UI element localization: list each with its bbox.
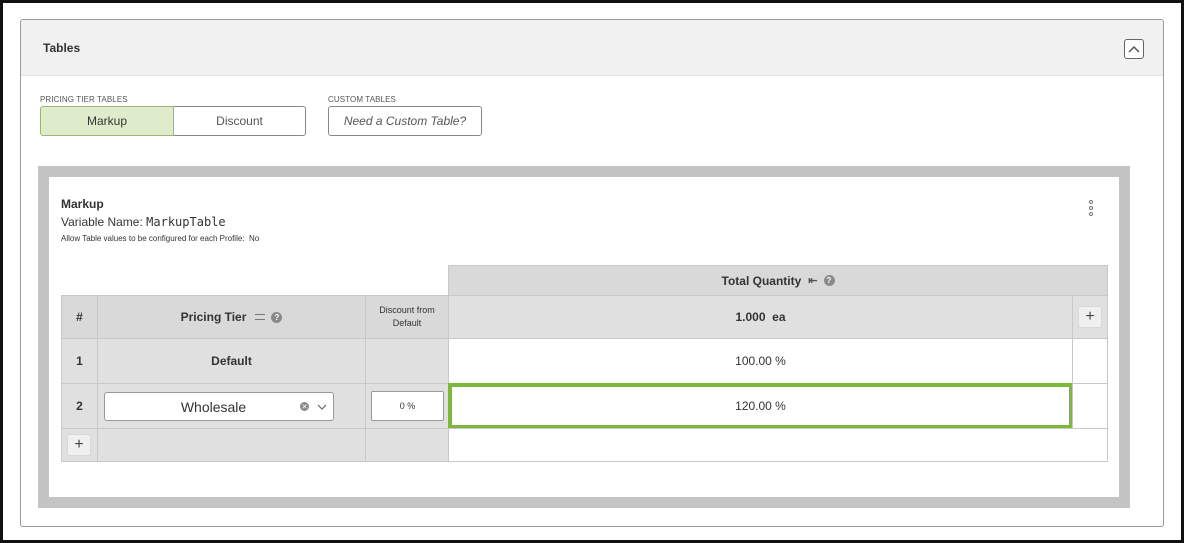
variable-name-line: Variable Name: MarkupTable <box>61 215 226 229</box>
panel-title: Tables <box>43 41 81 55</box>
collapse-column-icon[interactable]: ⇤ <box>808 274 817 287</box>
sort-icon[interactable] <box>255 314 266 320</box>
table-title: Markup <box>61 197 104 211</box>
pricing-tier-toggle: Markup Discount <box>40 106 306 136</box>
empty-cell <box>97 428 366 462</box>
pricing-tier-label: Pricing Tier <box>180 310 247 324</box>
empty-cell <box>1072 383 1108 429</box>
discount-input[interactable]: 0 % <box>371 391 444 421</box>
quantity-break-header: 1.000 ea <box>448 295 1073 339</box>
custom-tables-label: CUSTOM TABLES <box>328 95 396 104</box>
add-column-cell: + <box>1072 295 1108 339</box>
add-row-cell: + <box>61 428 98 462</box>
add-row-button[interactable]: + <box>67 434 91 456</box>
collapse-up-icon <box>1128 45 1140 53</box>
add-column-button[interactable]: + <box>1078 306 1102 328</box>
custom-table-button[interactable]: Need a Custom Table? <box>328 106 482 136</box>
clear-icon[interactable]: ✕ <box>300 402 309 411</box>
value-cell-wholesale[interactable]: 120.00 % <box>448 383 1073 429</box>
total-quantity-header: Total Quantity ⇤ ? <box>448 265 1108 296</box>
empty-cell <box>1072 338 1108 384</box>
chevron-down-icon[interactable] <box>317 402 327 412</box>
value-cell-default[interactable]: 100.00 % <box>448 338 1073 384</box>
collapse-button[interactable] <box>1124 39 1144 59</box>
kebab-menu-icon[interactable] <box>1087 200 1095 216</box>
discount-from-default-header: Discount from Default <box>365 295 449 339</box>
discount-cell-wholesale: 0 % <box>365 383 449 429</box>
profile-config-label: Allow Table values to be configured for … <box>61 234 245 243</box>
index-header: # <box>61 295 98 339</box>
discount-cell-default <box>365 338 449 384</box>
quantity-unit: ea <box>772 310 786 324</box>
total-quantity-label: Total Quantity <box>721 273 802 288</box>
profile-config-value: No <box>248 234 260 243</box>
quantity-value: 1.000 <box>735 310 766 324</box>
help-icon[interactable]: ? <box>823 275 835 286</box>
markup-table-card: Markup Variable Name: MarkupTable Allow … <box>49 177 1119 497</box>
tier-name-default: Default <box>97 338 366 384</box>
markup-tab-button[interactable]: Markup <box>40 106 174 136</box>
variable-name-label: Variable Name: <box>61 215 147 229</box>
row-index: 1 <box>61 338 98 384</box>
row-index: 2 <box>61 383 98 429</box>
discount-tab-button[interactable]: Discount <box>174 106 306 136</box>
profile-config-line: Allow Table values to be configured for … <box>61 234 259 243</box>
pricing-tier-select[interactable]: Wholesale ✕ <box>104 392 334 421</box>
table-area: Markup Variable Name: MarkupTable Allow … <box>38 166 1130 508</box>
pricing-tier-select-value: Wholesale <box>180 398 247 415</box>
tier-select-cell: Wholesale ✕ <box>97 383 366 429</box>
help-icon[interactable]: ? <box>271 311 283 323</box>
pricing-tier-tables-label: PRICING TIER TABLES <box>40 95 128 104</box>
tables-panel: Tables PRICING TIER TABLES Markup Discou… <box>20 19 1164 527</box>
panel-header: Tables <box>21 20 1163 76</box>
pricing-tier-header: Pricing Tier ? <box>97 295 366 339</box>
empty-cell <box>448 428 1108 462</box>
empty-cell <box>365 428 449 462</box>
variable-name-value: MarkupTable <box>146 215 226 229</box>
